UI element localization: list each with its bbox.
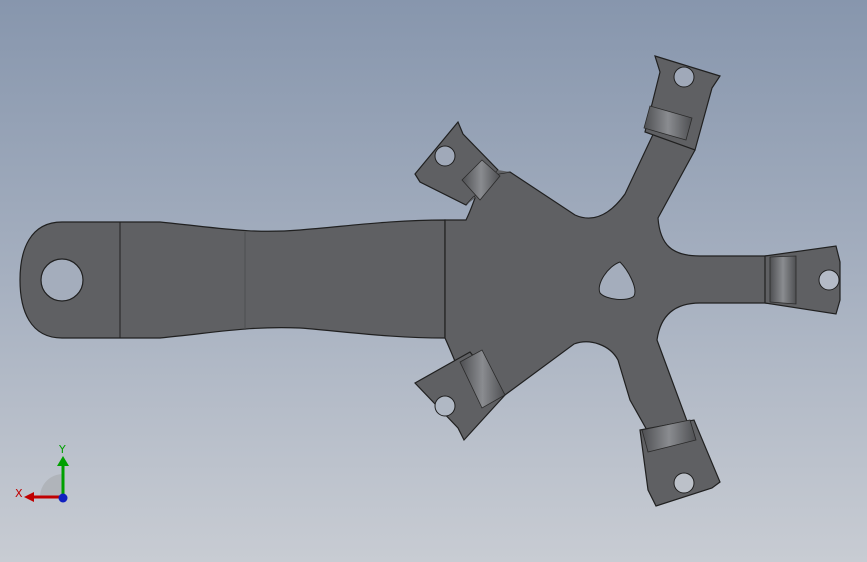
- bolt-hole-bottom[interactable]: [673, 472, 695, 494]
- orientation-triad: Y X: [15, 443, 69, 503]
- pedal-hole[interactable]: [40, 258, 84, 302]
- y-axis-arrow-icon: [57, 456, 69, 466]
- x-axis-arrow-icon: [24, 492, 34, 502]
- z-axis-icon: [58, 493, 68, 503]
- bolt-hole-upper-left[interactable]: [434, 145, 456, 167]
- triad-plane-icon: [40, 474, 63, 497]
- x-axis-label: X: [15, 487, 23, 500]
- arm-band-right: [769, 255, 797, 305]
- y-axis-label: Y: [58, 443, 66, 456]
- crank-arm[interactable]: [19, 219, 446, 339]
- bolt-hole-top[interactable]: [673, 66, 695, 88]
- bolt-hole-lower-left[interactable]: [434, 395, 456, 417]
- crank-spider-model[interactable]: [0, 0, 867, 562]
- graphics-viewport[interactable]: Y X: [0, 0, 867, 562]
- bolt-hole-right[interactable]: [818, 269, 840, 291]
